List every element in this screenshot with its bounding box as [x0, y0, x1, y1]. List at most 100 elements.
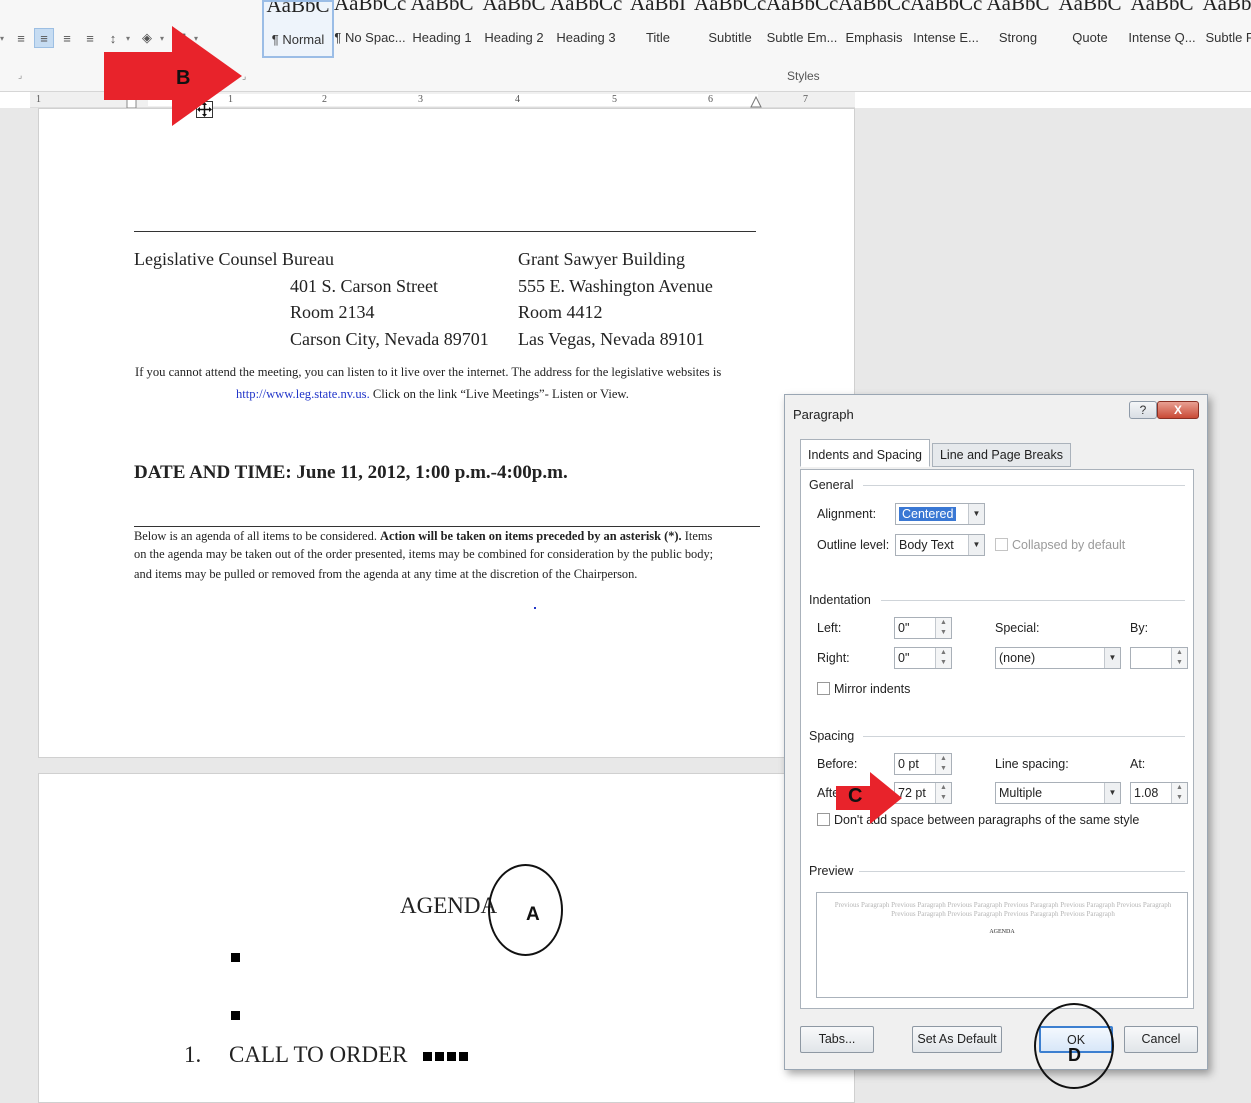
section-spacing: Spacing	[809, 729, 855, 743]
chevron-down-icon[interactable]: ▼	[968, 504, 984, 524]
style-gallery-item[interactable]: AaBbC Subtle Re	[1198, 0, 1251, 58]
agenda-title: AGENDA	[400, 893, 498, 918]
tab-line-and-page-breaks[interactable]: Line and Page Breaks	[931, 443, 1071, 467]
style-label: ¶ Normal	[271, 32, 325, 47]
indent-left-input[interactable]: 0" ▲ ▼	[894, 617, 952, 639]
annotation-arrow-b	[104, 26, 242, 126]
style-label: Strong	[998, 30, 1038, 45]
document-page-1[interactable]	[38, 108, 855, 758]
tab-indents-and-spacing[interactable]: Indents and Spacing	[800, 439, 930, 467]
ruler-number: 2	[322, 94, 327, 105]
style-gallery-item[interactable]: AaBbC Quote	[1054, 0, 1126, 58]
by-input[interactable]: ▲ ▼	[1130, 647, 1188, 669]
ruler-number: 5	[612, 94, 617, 105]
spinner-icon[interactable]: ▲ ▼	[935, 648, 951, 668]
style-sample: AaBbCcI	[838, 0, 910, 15]
line-spacing-value: Multiple	[999, 786, 1043, 800]
style-sample: AaBbC	[1202, 0, 1251, 15]
ruler-number: 1	[36, 94, 41, 105]
annotation-label-b: B	[176, 67, 191, 89]
style-gallery-item[interactable]: AaBbC Intense Q...	[1126, 0, 1198, 58]
right-address-line: Las Vegas, Nevada 89101	[518, 329, 705, 349]
annotation-label-c: C	[848, 785, 863, 807]
style-gallery-item[interactable]: AaBbCcI Emphasis	[838, 0, 910, 58]
special-label: Special:	[995, 621, 1040, 635]
mirror-indents-label: Mirror indents	[834, 682, 911, 696]
collapsed-by-default-checkbox[interactable]	[995, 538, 1008, 551]
style-sample: AaBbC	[1058, 0, 1122, 15]
align-right-icon[interactable]: ≡	[57, 28, 77, 48]
agenda-intro-line-1: Below is an agenda of all items to be co…	[134, 529, 712, 544]
ruler-number: 7	[803, 94, 808, 105]
style-gallery-item[interactable]: AaBbCcI Intense E...	[910, 0, 982, 58]
alignment-select[interactable]: Centered ▼	[895, 503, 985, 525]
by-label: By:	[1130, 621, 1149, 635]
preview-pane: Previous Paragraph Previous Paragraph Pr…	[816, 892, 1188, 998]
style-gallery-item[interactable]: AaBbCcI Subtle Em...	[766, 0, 838, 58]
style-gallery-item[interactable]: AaBbC Strong	[982, 0, 1054, 58]
annotation-label-d: D	[1068, 1045, 1081, 1065]
spinner-icon[interactable]: ▲ ▼	[1171, 783, 1187, 803]
spinner-icon[interactable]: ▲ ▼	[1171, 648, 1187, 668]
style-gallery-item[interactable]: AaBbCcC Subtitle	[694, 0, 766, 58]
outline-level-select[interactable]: Body Text ▼	[895, 534, 985, 556]
style-label: Heading 1	[412, 30, 472, 45]
spinner-icon[interactable]: ▲ ▼	[935, 754, 951, 774]
mirror-indents-checkbox[interactable]	[817, 682, 830, 695]
font-group-launcher-icon[interactable]: ⌟	[18, 70, 22, 81]
align-center-icon[interactable]: ≡	[34, 28, 55, 48]
indent-left-value: 0"	[898, 621, 910, 635]
style-gallery-item[interactable]: AaBbC ¶ Normal	[262, 0, 334, 58]
spinner-icon[interactable]: ▲ ▼	[935, 618, 951, 638]
cancel-button[interactable]: Cancel	[1124, 1026, 1198, 1053]
style-gallery-item[interactable]: AaBbI Title	[622, 0, 694, 58]
tabs-button[interactable]: Tabs...	[800, 1026, 874, 1053]
style-label: Subtitle	[708, 30, 752, 45]
style-gallery-item[interactable]: AaBbC Heading 1	[406, 0, 478, 58]
line-spacing-label: Line spacing:	[995, 757, 1069, 771]
special-select[interactable]: (none) ▼	[995, 647, 1121, 669]
stray-dot	[534, 607, 536, 609]
dropdown-arrow-icon[interactable]: ▾	[0, 34, 4, 43]
dialog-title: Paragraph	[793, 407, 854, 422]
right-indent-marker-icon[interactable]	[750, 96, 762, 108]
section-preview: Preview	[809, 864, 854, 878]
agenda-intro-line-3: and items may be pulled or removed from …	[134, 567, 638, 581]
style-label: ¶ No Spac...	[334, 30, 406, 45]
chevron-down-icon[interactable]: ▼	[1104, 648, 1120, 668]
close-button[interactable]: X	[1157, 401, 1199, 419]
notice-line: If you cannot attend the meeting, you ca…	[135, 365, 722, 379]
indent-left-label: Left:	[817, 621, 842, 635]
section-divider	[859, 871, 1185, 872]
style-sample: AaBbCcI	[910, 0, 982, 15]
indent-right-input[interactable]: 0" ▲ ▼	[894, 647, 952, 669]
style-sample: AaBbI	[630, 0, 686, 15]
style-gallery-item[interactable]: AaBbC Heading 2	[478, 0, 550, 58]
chevron-down-icon[interactable]: ▼	[968, 535, 984, 555]
chevron-down-icon[interactable]: ▼	[1104, 783, 1120, 803]
dont-add-space-checkbox[interactable]	[817, 813, 830, 826]
help-button[interactable]: ?	[1129, 401, 1157, 419]
call-to-order-text: CALL TO ORDER	[229, 1042, 408, 1067]
annotation-label-a: A	[526, 904, 540, 925]
spacing-before-label: Before:	[817, 757, 858, 771]
agenda-intro-text: Below is an agenda of all items to be co…	[134, 529, 381, 543]
style-gallery-item[interactable]: AaBbCcD Heading 3	[550, 0, 622, 58]
styles-gallery: AaBbC ¶ Normal AaBbCcDc ¶ No Spac... AaBbC He…	[262, 0, 1251, 58]
set-as-default-button[interactable]: Set As Default	[912, 1026, 1002, 1053]
style-label: Intense E...	[913, 30, 979, 45]
style-gallery-item[interactable]: AaBbCcDc ¶ No Spac...	[334, 0, 406, 58]
style-sample: AaBbC	[410, 0, 474, 15]
line-spacing-select[interactable]: Multiple ▼	[995, 782, 1121, 804]
justify-icon[interactable]: ≡	[80, 28, 100, 48]
legislature-link[interactable]: http://www.leg.state.nv.us.	[236, 387, 370, 401]
spinner-icon[interactable]: ▲ ▼	[935, 783, 951, 803]
right-address-line: Grant Sawyer Building	[518, 249, 685, 269]
at-input[interactable]: 1.08 ▲ ▼	[1130, 782, 1188, 804]
special-value: (none)	[999, 651, 1036, 665]
section-divider	[863, 736, 1185, 737]
horizontal-rule	[134, 526, 760, 527]
agenda-intro-text: Items	[681, 529, 713, 543]
ruler-number: 3	[418, 94, 423, 105]
align-left-icon[interactable]: ≡	[11, 28, 31, 48]
